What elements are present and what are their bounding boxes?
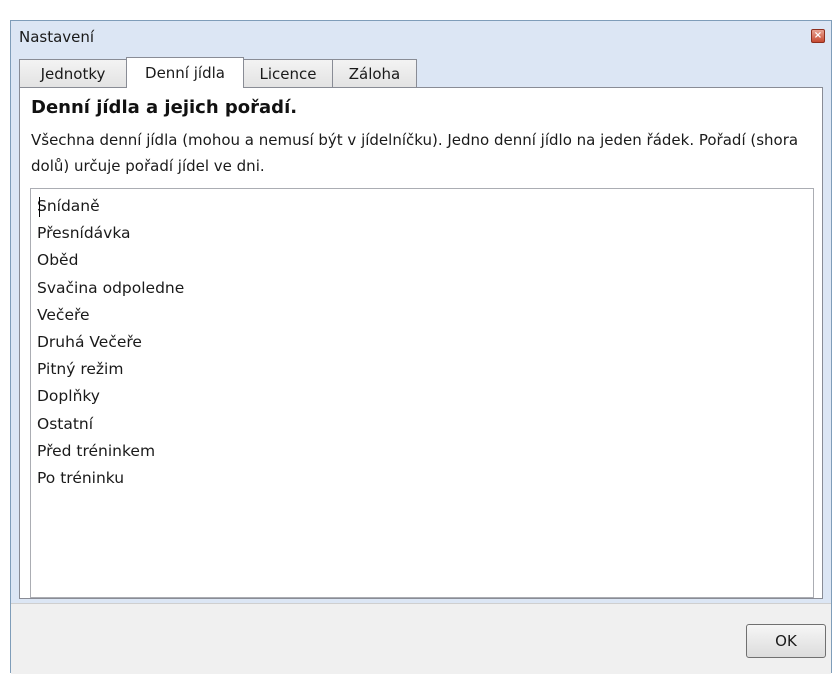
panel-description: Všechna denní jídla (mohou a nemusí být …	[31, 131, 799, 175]
meal-line: Po tréninku	[37, 469, 125, 488]
meal-line: Pitný režim	[37, 360, 124, 379]
meal-line: Snídaně	[37, 197, 100, 215]
ok-button[interactable]: OK	[746, 624, 826, 658]
text-caret	[39, 197, 40, 217]
tab-zaloha[interactable]: Záloha	[332, 59, 417, 87]
meal-line: Druhá Večeře	[37, 333, 142, 352]
meal-line: Ostatní	[37, 414, 94, 433]
title-bar[interactable]: Nastavení ×	[11, 21, 831, 53]
meals-textarea[interactable]: Snídaně Přesnídávka Oběd Svačina odpoled…	[30, 188, 814, 598]
tab-strip: Jednotky Denní jídla Licence Záloha	[19, 57, 823, 88]
tab-denni-jidla[interactable]: Denní jídla	[126, 57, 244, 88]
tab-jednotky[interactable]: Jednotky	[19, 59, 127, 87]
meal-line: Doplňky	[37, 387, 100, 406]
window-title: Nastavení	[19, 28, 95, 46]
tab-licence[interactable]: Licence	[243, 59, 333, 87]
meal-line: Před tréninkem	[37, 441, 156, 460]
meal-line: Oběd	[37, 251, 79, 270]
meal-line: Přesnídávka	[37, 224, 131, 243]
button-bar: OK	[11, 603, 831, 674]
meal-line: Svačina odpoledne	[37, 278, 185, 297]
tab-panel: Denní jídla a jejich pořadí. Všechna den…	[19, 87, 823, 599]
panel-heading: Denní jídla a jejich pořadí.	[31, 97, 298, 118]
settings-window: Nastavení × Jednotky Denní jídla Licence…	[10, 20, 832, 674]
meal-line: Večeře	[37, 305, 90, 324]
close-icon[interactable]: ×	[811, 29, 825, 43]
